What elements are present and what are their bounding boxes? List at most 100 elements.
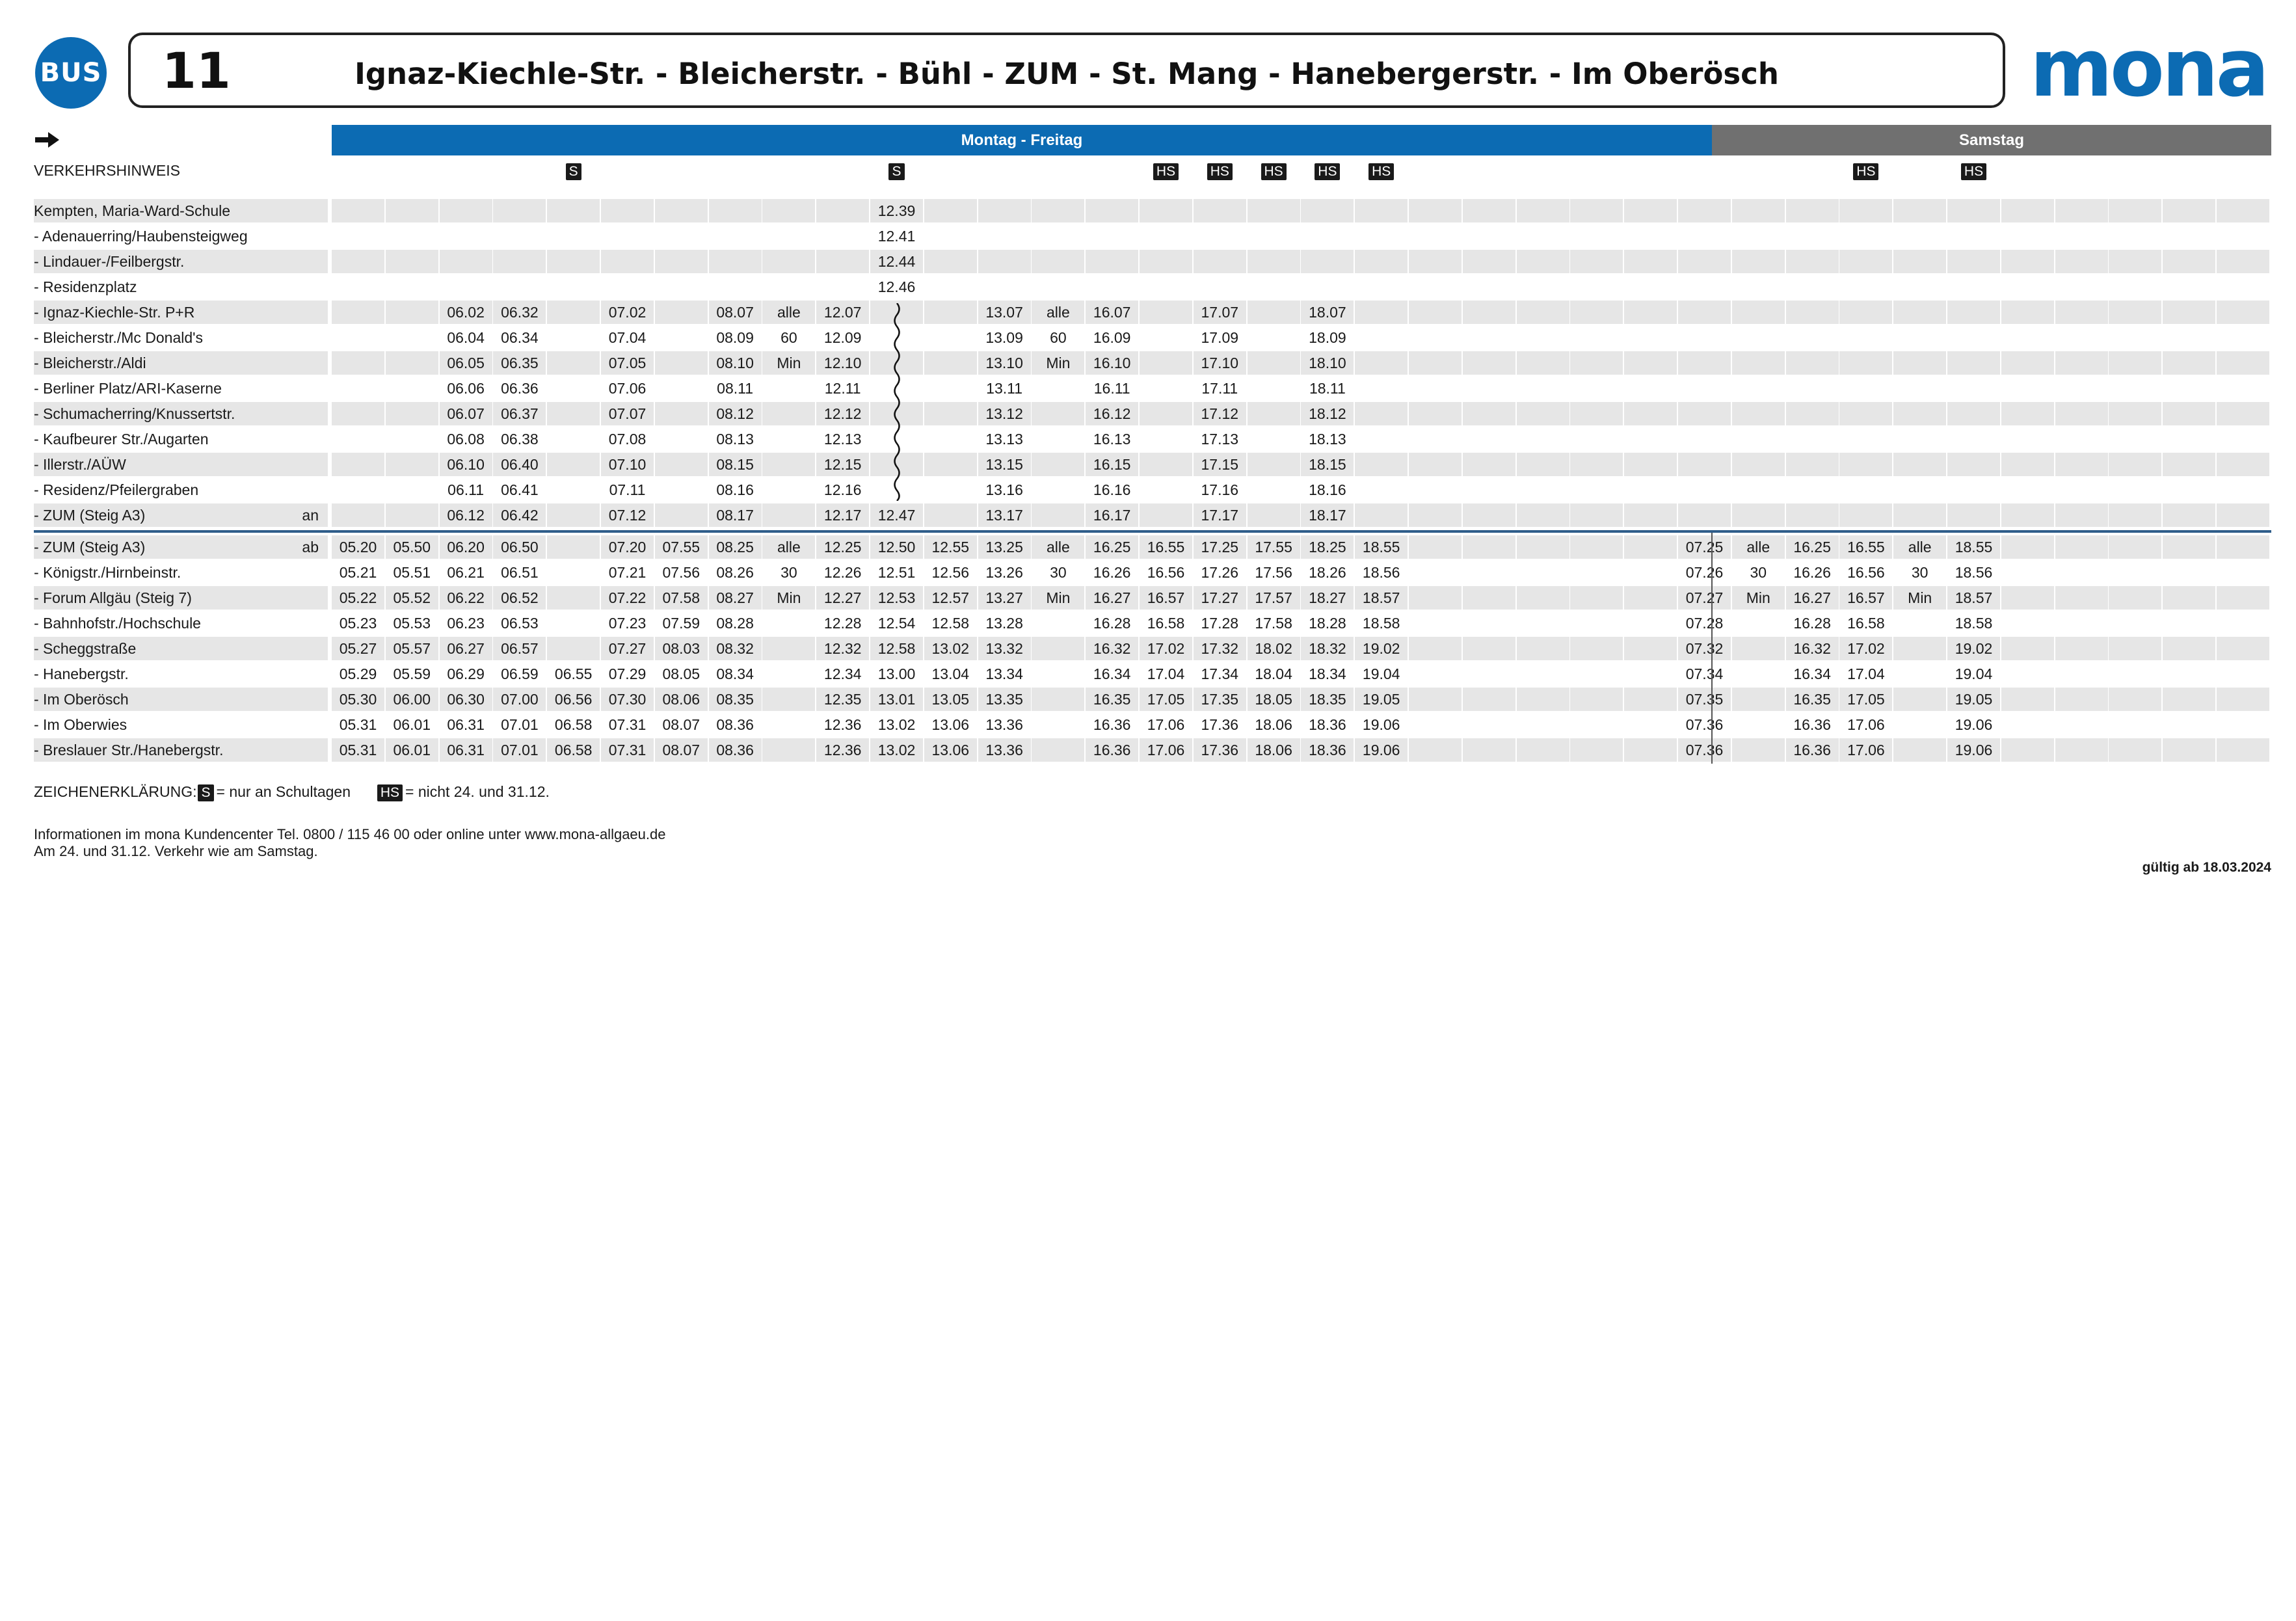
time-cell: [1624, 453, 1677, 476]
time-cell: [1247, 351, 1300, 375]
time-cell: [978, 199, 1031, 222]
time-cell: 06.31: [447, 716, 485, 733]
time-cell: [2109, 224, 2161, 248]
time-cell: 06.21: [447, 564, 485, 581]
time-cell: 13.15: [978, 453, 1031, 476]
time-cell: 30: [781, 564, 797, 581]
time-cell: 07.26: [1685, 564, 1724, 581]
time-cell: [1893, 301, 1947, 324]
time-cell: [1893, 453, 1947, 476]
info-line-2: Am 24. und 31.12. Verkehr wie am Samstag…: [34, 843, 318, 859]
time-cell: 13.17: [978, 503, 1031, 527]
time-cell: [2109, 427, 2161, 451]
time-cell: 13.00: [877, 665, 916, 682]
time-cell: [762, 662, 815, 686]
time-cell: [385, 250, 438, 273]
time-cell: 07.56: [662, 564, 701, 581]
time-cell: 06.57: [493, 637, 546, 660]
time-cell: 13.11: [986, 380, 1023, 397]
time-cell: [332, 478, 384, 502]
time-cell: [709, 275, 762, 299]
time-cell: 18.13: [1309, 431, 1346, 448]
time-cell: [2055, 535, 2108, 559]
time-cell: 06.37: [493, 402, 546, 425]
time-cell: [1839, 478, 1892, 502]
time-cell: 07.31: [601, 738, 654, 762]
time-cell: [1409, 402, 1462, 425]
time-cell: 17.35: [1193, 688, 1246, 711]
time-cell: [1570, 713, 1623, 736]
time-cell: 07.29: [608, 665, 647, 682]
time-cell: [1032, 377, 1084, 400]
time-cell: 17.04: [1147, 665, 1185, 682]
time-cell: [2109, 713, 2161, 736]
time-cell: 16.36: [1793, 716, 1831, 733]
time-cell: [1194, 275, 1246, 299]
time-cell: [1516, 402, 1569, 425]
time-cell: [601, 275, 654, 299]
time-cell: [1839, 402, 1893, 425]
time-cell: [1247, 250, 1300, 273]
time-cell: [2001, 326, 2054, 349]
time-cell: [1678, 275, 1731, 299]
time-cell: 16.28: [1793, 615, 1831, 632]
time-cell: [2001, 586, 2054, 610]
time-cell: [1140, 199, 1192, 222]
time-cell: Min: [1032, 586, 1085, 610]
time-cell: [1785, 199, 1839, 222]
time-cell: 17.26: [1201, 564, 1239, 581]
hs-badge: HS: [1207, 163, 1233, 180]
hs-badge: HS: [1315, 163, 1341, 180]
time-cell: 17.10: [1193, 351, 1246, 375]
time-cell: [2055, 503, 2108, 527]
time-cell: [440, 275, 492, 299]
time-cell: 07.35: [1678, 688, 1731, 711]
time-cell: [1624, 688, 1677, 711]
time-cell: [2055, 224, 2108, 248]
time-cell: [1893, 377, 1946, 400]
time-cell: 05.23: [339, 615, 377, 632]
time-cell: [1516, 738, 1569, 762]
time-cell: [1732, 662, 1785, 686]
time-cell: [1570, 561, 1623, 584]
time-cell: 06.12: [439, 503, 492, 527]
time-cell: [1786, 478, 1839, 502]
time-cell: [1355, 301, 1408, 324]
time-cell: [1409, 535, 1462, 559]
time-cell: [762, 199, 816, 222]
time-cell: 18.28: [1309, 615, 1346, 632]
time-cell: [2217, 351, 2269, 375]
s-mark-cell: S: [547, 159, 600, 182]
time-cell: [2001, 351, 2054, 375]
time-cell: [1355, 275, 1408, 299]
time-cell: 18.17: [1301, 503, 1354, 527]
time-cell: 06.41: [501, 481, 539, 498]
time-cell: 17.06: [1147, 716, 1185, 733]
time-cell: [1247, 402, 1300, 425]
time-cell: 07.22: [601, 586, 654, 610]
hs-mark-cell: HS: [1301, 159, 1354, 182]
time-cell: 17.13: [1201, 431, 1239, 448]
time-cell: [386, 275, 438, 299]
time-cell: [1463, 224, 1515, 248]
s-badge: S: [565, 163, 581, 180]
stop-name: - Bahnhofstr./Hochschule: [34, 611, 328, 635]
time-cell: 16.12: [1086, 402, 1139, 425]
time-cell: 16.16: [1093, 481, 1131, 498]
time-cell: [762, 688, 816, 711]
time-cell: 08.27: [708, 586, 762, 610]
time-cell: 12.17: [816, 503, 870, 527]
time-cell: [1462, 503, 1515, 527]
time-cell: 17.05: [1839, 688, 1893, 711]
hs-badge: HS: [377, 784, 403, 801]
time-cell: [655, 275, 708, 299]
time-cell: 12.41: [877, 228, 916, 245]
time-cell: 07.01: [501, 716, 539, 733]
time-cell: [2163, 250, 2216, 273]
time-cell: [2001, 275, 2054, 299]
time-cell: 06.01: [393, 716, 431, 733]
time-cell: 12.26: [823, 564, 862, 581]
stop-name: - ZUM (Steig A3) an: [34, 503, 328, 527]
time-cell: 16.58: [1847, 615, 1885, 632]
time-cell: [385, 402, 438, 425]
